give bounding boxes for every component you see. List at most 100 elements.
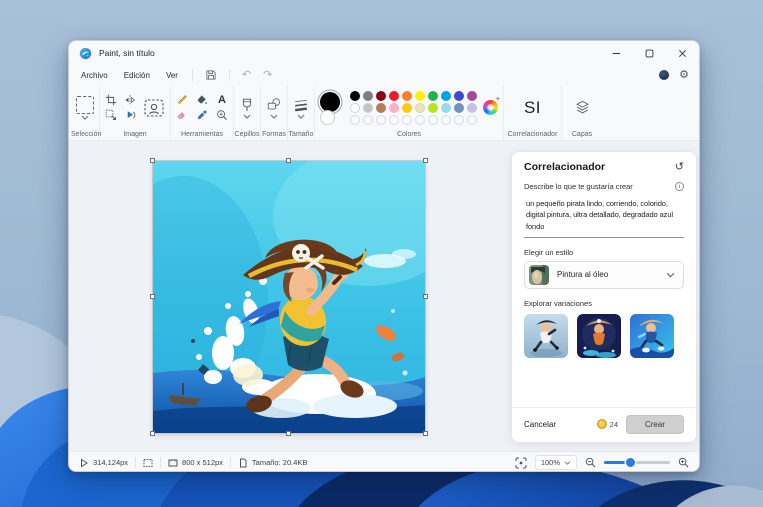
palette-swatch[interactable] — [402, 90, 412, 101]
redo-icon: ↷ — [263, 68, 273, 81]
palette-swatch[interactable] — [402, 102, 412, 113]
palette-swatch-empty[interactable] — [402, 115, 412, 125]
palette-swatch[interactable] — [376, 90, 386, 101]
palette-swatch[interactable] — [350, 102, 360, 113]
cancel-button[interactable]: Cancelar — [524, 420, 556, 429]
eraser-icon[interactable] — [176, 109, 188, 121]
palette-swatch-empty[interactable] — [467, 115, 477, 125]
fit-to-screen-button[interactable] — [515, 457, 527, 469]
primary-color-swatch[interactable] — [320, 91, 340, 112]
flip-icon[interactable] — [124, 94, 136, 106]
canvas-handle-e[interactable] — [423, 294, 428, 299]
save-icon — [206, 70, 216, 80]
palette-swatch[interactable] — [415, 90, 425, 101]
titlebar[interactable]: Paint, sin título — [69, 41, 699, 65]
palette-swatch[interactable] — [428, 90, 438, 101]
current-colors — [320, 91, 344, 124]
canvas[interactable] — [150, 158, 428, 436]
group-label-brushes: Cepillos — [234, 131, 260, 138]
canvas-handle-s[interactable] — [286, 431, 291, 436]
zoom-level-value: 100% — [540, 458, 560, 467]
fill-bucket-icon[interactable] — [196, 94, 208, 106]
menu-ver[interactable]: Ver — [164, 69, 180, 82]
minimize-button[interactable] — [600, 41, 633, 65]
group-label-selection: Selección — [71, 131, 102, 138]
resize-icon[interactable] — [105, 109, 117, 121]
size-button[interactable] — [293, 97, 309, 119]
chevron-down-icon — [297, 114, 305, 119]
shapes-button[interactable] — [266, 97, 282, 119]
close-button[interactable] — [666, 41, 699, 65]
account-avatar[interactable] — [659, 70, 670, 80]
prompt-input[interactable]: un pequeño pirata lindo, corriendo, colo… — [524, 196, 684, 238]
statusbar-divider — [135, 457, 137, 468]
palette-swatch[interactable] — [389, 102, 399, 113]
pencil-icon[interactable] — [176, 94, 188, 106]
palette-swatch[interactable] — [350, 90, 360, 101]
layers-button[interactable] — [574, 99, 591, 116]
palette-swatch[interactable] — [467, 102, 477, 113]
statusbar: 314,124px 800 x 512px Tamaño: 20.4KB 100… — [69, 451, 699, 471]
palette-swatch-empty[interactable] — [350, 115, 360, 125]
canvas-handle-w[interactable] — [150, 294, 155, 299]
info-icon[interactable]: i — [675, 182, 684, 191]
save-button[interactable] — [205, 69, 217, 81]
palette-swatch[interactable] — [389, 90, 399, 101]
palette-swatch-empty[interactable] — [363, 115, 373, 125]
canvas-handle-n[interactable] — [286, 158, 291, 163]
redo-button[interactable]: ↷ — [263, 68, 273, 81]
crop-icon[interactable] — [105, 94, 117, 106]
secondary-color-swatch[interactable] — [321, 110, 334, 124]
edit-colors-button[interactable]: + — [483, 96, 500, 115]
cocreator-panel: Correlacionador ↺ Describe lo que te gus… — [511, 151, 697, 443]
palette-swatch-empty[interactable] — [428, 115, 438, 125]
palette-swatch-empty[interactable] — [376, 115, 386, 125]
rotate-icon[interactable] — [124, 109, 136, 121]
palette-swatch[interactable] — [376, 102, 386, 113]
palette-swatch-empty[interactable] — [389, 115, 399, 125]
palette-swatch[interactable] — [363, 90, 373, 101]
palette-swatch[interactable] — [363, 102, 373, 113]
zoom-slider-knob[interactable] — [626, 458, 636, 467]
variation-2[interactable] — [577, 313, 621, 358]
variation-1[interactable] — [524, 313, 568, 358]
zoom-out-button[interactable] — [585, 457, 596, 468]
work-area: Correlacionador ↺ Describe lo que te gus… — [69, 141, 699, 451]
palette-swatch[interactable] — [441, 90, 451, 101]
maximize-button[interactable] — [633, 41, 666, 65]
remove-background-icon[interactable] — [143, 97, 165, 119]
create-button[interactable]: Crear — [626, 414, 684, 434]
menu-archivo[interactable]: Archivo — [79, 69, 110, 82]
palette-swatch[interactable] — [454, 90, 464, 101]
selection-tool-button[interactable] — [76, 95, 94, 120]
variation-3[interactable] — [630, 313, 674, 358]
palette-swatch[interactable] — [441, 102, 451, 113]
canvas-handle-sw[interactable] — [150, 431, 155, 436]
palette-swatch-empty[interactable] — [454, 115, 464, 125]
variations-label: Explorar variaciones — [524, 298, 592, 308]
palette-swatch[interactable] — [467, 90, 477, 101]
text-tool-icon[interactable]: A — [218, 94, 226, 106]
palette-swatch-empty[interactable] — [415, 115, 425, 125]
selection-size-icon — [143, 458, 153, 467]
menu-edicion[interactable]: Edición — [122, 69, 152, 82]
zoom-in-button[interactable] — [678, 457, 689, 468]
palette-swatch[interactable] — [415, 102, 425, 113]
style-dropdown[interactable]: Pintura al óleo — [524, 260, 684, 289]
cocreator-button[interactable]: SI — [524, 98, 541, 118]
zoom-level-select[interactable]: 100% — [534, 455, 577, 470]
canvas-handle-nw[interactable] — [150, 158, 155, 163]
zoom-slider[interactable] — [604, 458, 670, 467]
palette-swatch[interactable] — [428, 102, 438, 113]
canvas-handle-se[interactable] — [423, 431, 428, 436]
undo-button[interactable]: ↶ — [242, 69, 251, 81]
canvas-handle-ne[interactable] — [423, 158, 428, 163]
settings-gear-button[interactable]: ⚙ — [679, 69, 689, 81]
group-label-size: Tamaño — [288, 131, 314, 138]
brushes-button[interactable] — [239, 97, 255, 119]
magnifier-tool-icon[interactable] — [216, 109, 228, 121]
history-button[interactable]: ↺ — [675, 161, 684, 173]
eyedropper-icon[interactable] — [196, 109, 208, 121]
palette-swatch-empty[interactable] — [441, 115, 451, 125]
palette-swatch[interactable] — [454, 102, 464, 113]
